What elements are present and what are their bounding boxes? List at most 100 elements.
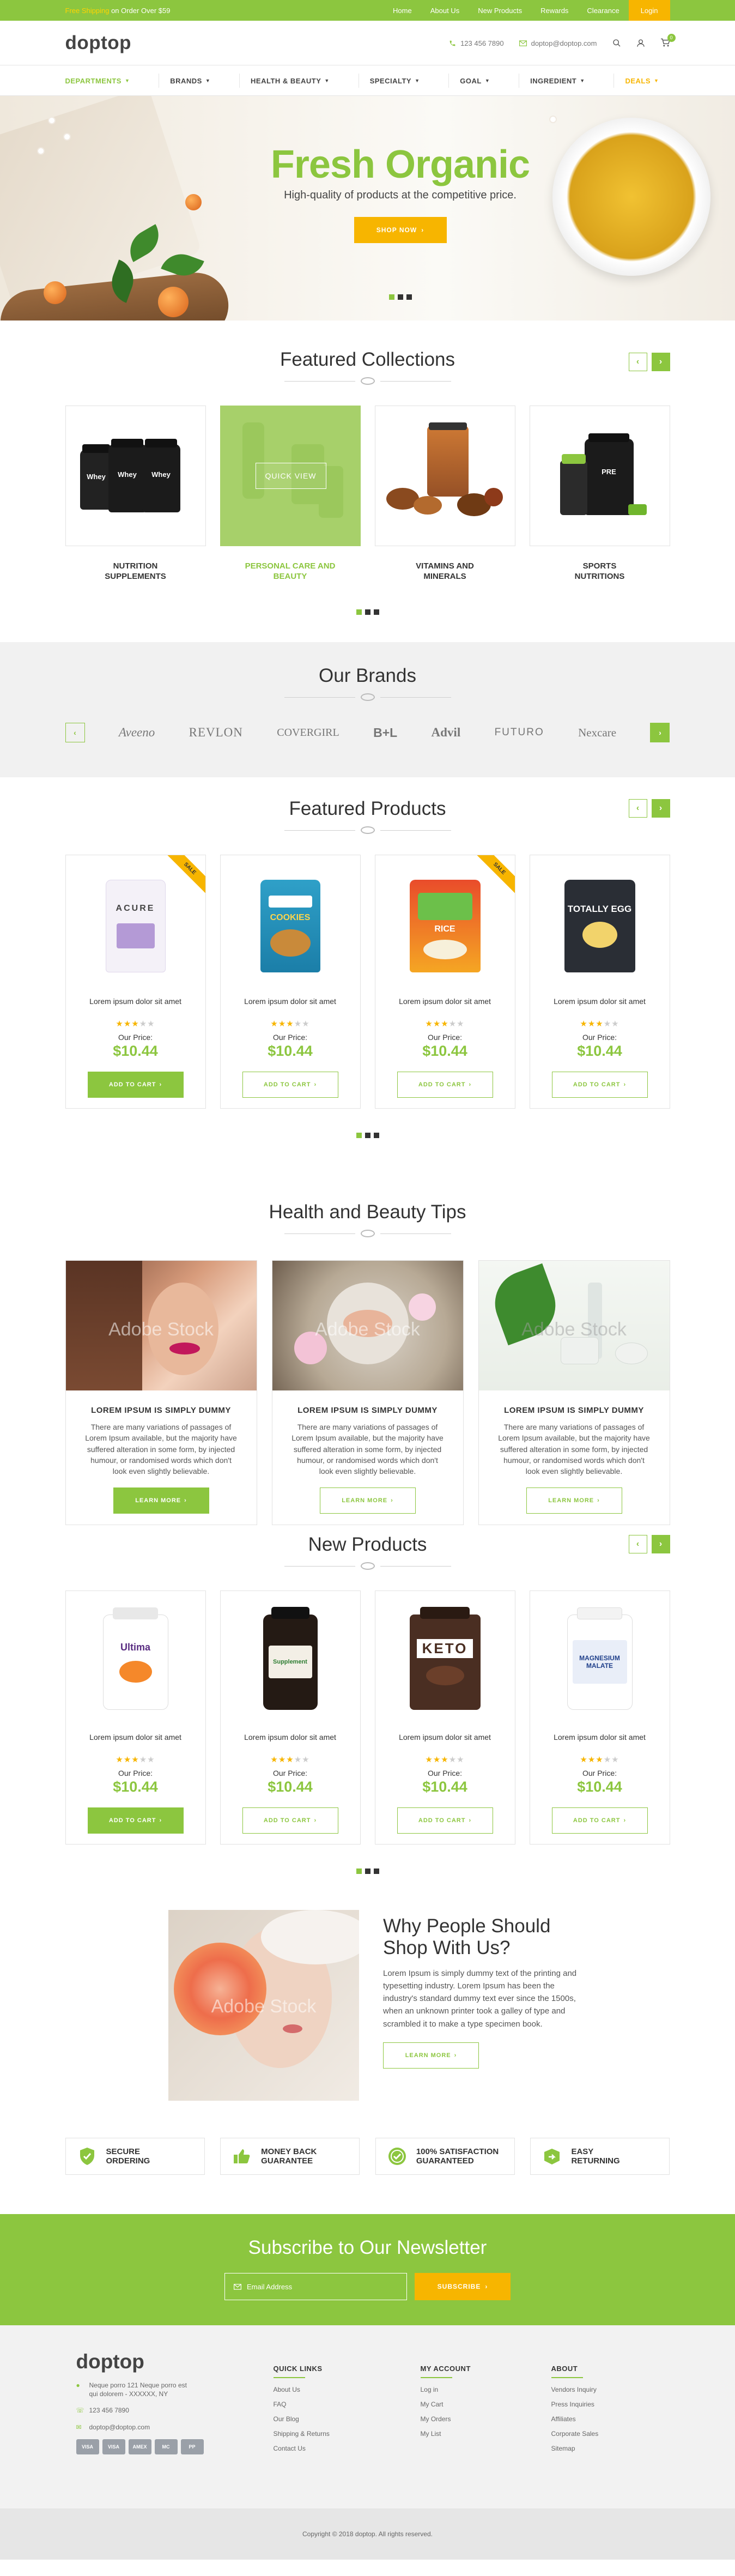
nav-goal[interactable]: Goal ▼: [448, 74, 501, 88]
product-name[interactable]: Lorem ipsum dolor sit amet: [530, 1733, 670, 1741]
add-to-cart-button[interactable]: Add to Cart ›: [397, 1072, 493, 1098]
email-field[interactable]: Email Address: [224, 2273, 407, 2300]
product-name[interactable]: Lorem ipsum dolor sit amet: [530, 997, 670, 1006]
top-link-clearance[interactable]: Clearance: [578, 7, 628, 15]
slider-dot[interactable]: [406, 294, 412, 300]
product-card[interactable]: TOTALLY EGG Lorem ipsum dolor sit amet ★…: [529, 855, 670, 1109]
brand-logo-revlon[interactable]: REVLON: [189, 725, 243, 740]
top-link-new-products[interactable]: New Products: [469, 7, 531, 15]
footer-link[interactable]: About Us: [274, 2386, 421, 2393]
product-card[interactable]: Sale ACURE Lorem ipsum dolor sit amet ★★…: [65, 855, 206, 1109]
nav-health-beauty[interactable]: Health & Beauty ▼: [239, 74, 341, 88]
add-to-cart-button[interactable]: Add to Cart ›: [397, 1807, 493, 1834]
slider-dot[interactable]: [388, 294, 394, 300]
footer-link[interactable]: My Orders: [421, 2415, 551, 2423]
slider-dot[interactable]: [365, 1133, 370, 1138]
login-button[interactable]: Login: [628, 0, 670, 21]
learn-more-button[interactable]: Learn More ›: [383, 2042, 479, 2069]
slider-dot[interactable]: [356, 1133, 362, 1138]
chevron-right-icon[interactable]: ›: [651, 799, 670, 818]
brand-logo-aveeno[interactable]: Aveeno: [119, 725, 155, 740]
footer-link[interactable]: Sitemap: [551, 2445, 649, 2452]
chevron-right-icon[interactable]: ›: [650, 723, 670, 742]
price-value: $10.44: [113, 1779, 158, 1795]
product-name[interactable]: Lorem ipsum dolor sit amet: [66, 1733, 205, 1741]
quick-view-button[interactable]: Quick View: [255, 463, 326, 489]
add-to-cart-button[interactable]: Add to Cart ›: [551, 1072, 648, 1098]
product-card[interactable]: MAGNESIUM MALATE Lorem ipsum dolor sit a…: [529, 1591, 670, 1845]
nav-brands[interactable]: Brands ▼: [159, 74, 221, 88]
slider-dot[interactable]: [356, 609, 362, 615]
nav-specialty[interactable]: Specialty ▼: [358, 74, 431, 88]
learn-more-button[interactable]: Learn More ›: [113, 1487, 209, 1514]
product-name[interactable]: Lorem ipsum dolor sit amet: [221, 1733, 360, 1741]
nav-deals[interactable]: Deals ▼: [613, 74, 670, 88]
learn-more-button[interactable]: Learn More ›: [319, 1487, 416, 1514]
search-icon[interactable]: [612, 39, 621, 47]
footer-link[interactable]: Vendors Inquiry: [551, 2386, 649, 2393]
footer-email[interactable]: doptop@doptop.com: [89, 2423, 150, 2432]
brand-logo-nexcare[interactable]: Nexcare: [578, 726, 616, 740]
brand-logo-futuro[interactable]: FUTURO: [495, 727, 544, 739]
footer-link[interactable]: My List: [421, 2430, 551, 2438]
learn-more-button[interactable]: Learn More ›: [526, 1487, 622, 1514]
header-email[interactable]: doptop@doptop.com: [519, 39, 597, 47]
nav-departments[interactable]: Departments ▼: [65, 74, 141, 88]
slider-dot[interactable]: [365, 1868, 370, 1874]
slider-dot[interactable]: [356, 1868, 362, 1874]
logo[interactable]: doptop: [65, 32, 132, 54]
footer-link[interactable]: Affiliates: [551, 2415, 649, 2423]
header-phone[interactable]: 123 456 7890: [449, 39, 504, 47]
nav-ingredient[interactable]: Ingredient ▼: [519, 74, 596, 88]
collection-card[interactable]: Whey Whey Whey Nutrition Supplements: [65, 406, 206, 582]
cart-button[interactable]: 0: [660, 33, 676, 49]
collection-card[interactable]: PRE Sports Nutritions: [529, 406, 670, 582]
top-link-rewards[interactable]: Rewards: [531, 7, 578, 15]
product-name[interactable]: Lorem ipsum dolor sit amet: [375, 997, 515, 1006]
footer-logo[interactable]: doptop: [76, 2350, 274, 2373]
product-card[interactable]: Supplement Lorem ipsum dolor sit amet ★★…: [220, 1591, 361, 1845]
chevron-right-icon[interactable]: ›: [651, 353, 670, 371]
slider-dot[interactable]: [365, 609, 370, 615]
product-card[interactable]: Sale RICE Lorem ipsum dolor sit amet ★★★…: [374, 855, 515, 1109]
product-name[interactable]: Lorem ipsum dolor sit amet: [375, 1733, 515, 1741]
chevron-left-icon[interactable]: ‹: [628, 353, 647, 371]
footer-link[interactable]: Log in: [421, 2386, 551, 2393]
footer-link[interactable]: Corporate Sales: [551, 2430, 649, 2438]
footer-link[interactable]: Contact Us: [274, 2445, 421, 2452]
product-name[interactable]: Lorem ipsum dolor sit amet: [66, 997, 205, 1006]
footer-link[interactable]: Press Inquiries: [551, 2400, 649, 2408]
add-to-cart-button[interactable]: Add to Cart ›: [87, 1807, 184, 1834]
collection-card[interactable]: Quick View Personal Care and Beauty: [220, 406, 361, 582]
collection-card[interactable]: Vitamins and Minerals: [374, 406, 515, 582]
product-card[interactable]: COOKIES Lorem ipsum dolor sit amet ★★★★★…: [220, 855, 361, 1109]
footer-link[interactable]: My Cart: [421, 2400, 551, 2408]
slider-dot[interactable]: [373, 1868, 379, 1874]
top-link-home[interactable]: Home: [384, 7, 421, 15]
subscribe-button[interactable]: Subscribe ›: [415, 2273, 511, 2300]
add-to-cart-button[interactable]: Add to Cart ›: [242, 1807, 338, 1834]
product-name[interactable]: Lorem ipsum dolor sit amet: [221, 997, 360, 1006]
user-icon[interactable]: [636, 39, 645, 47]
slider-dot[interactable]: [373, 1133, 379, 1138]
add-to-cart-button[interactable]: Add to Cart ›: [87, 1072, 184, 1098]
chevron-left-icon[interactable]: ‹: [628, 1535, 647, 1553]
add-to-cart-button[interactable]: Add to Cart ›: [242, 1072, 338, 1098]
chevron-right-icon[interactable]: ›: [651, 1535, 670, 1553]
slider-dot[interactable]: [373, 609, 379, 615]
top-link-about[interactable]: About Us: [421, 7, 469, 15]
product-card[interactable]: Ultima Lorem ipsum dolor sit amet ★★★★★ …: [65, 1591, 206, 1845]
product-card[interactable]: KETO Lorem ipsum dolor sit amet ★★★★★ Ou…: [374, 1591, 515, 1845]
add-to-cart-button[interactable]: Add to Cart ›: [551, 1807, 648, 1834]
footer-link[interactable]: FAQ: [274, 2400, 421, 2408]
shop-now-button[interactable]: Shop Now ›: [354, 217, 447, 243]
footer-link[interactable]: Shipping & Returns: [274, 2430, 421, 2438]
brand-logo-bausch-lomb[interactable]: B+L: [373, 725, 397, 740]
brand-logo-advil[interactable]: Advil: [432, 725, 461, 740]
brand-logo-covergirl[interactable]: COVERGIRL: [277, 727, 339, 739]
footer-link[interactable]: Our Blog: [274, 2415, 421, 2423]
chevron-left-icon[interactable]: ‹: [65, 723, 85, 742]
slider-dot[interactable]: [397, 294, 403, 300]
chevron-left-icon[interactable]: ‹: [628, 799, 647, 818]
arrow-right-icon: ›: [159, 1817, 162, 1824]
